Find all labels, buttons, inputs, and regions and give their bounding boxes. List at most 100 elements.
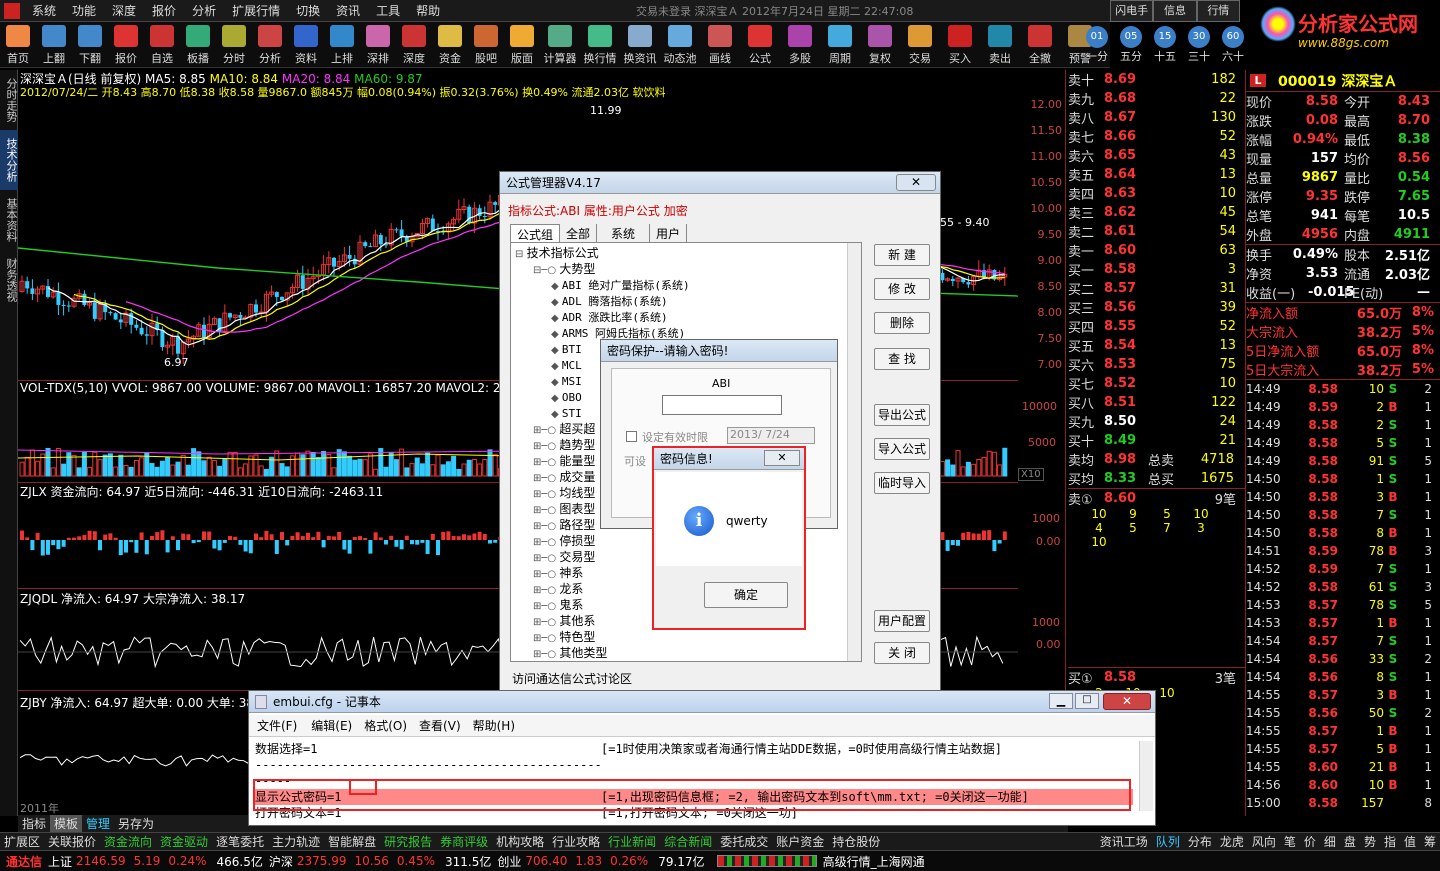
toolbar-24-button[interactable]: 交易	[900, 22, 940, 68]
password-input[interactable]	[662, 395, 782, 415]
tab-save-as[interactable]: 另存为	[114, 815, 158, 832]
bid-row-1[interactable]: 买二 8.57 31	[1068, 279, 1245, 298]
tab-financials[interactable]: 财务透视	[0, 250, 18, 310]
menu-tools[interactable]: 工具	[368, 2, 408, 19]
bid-row-9[interactable]: 买十 8.49 21	[1068, 431, 1245, 450]
bid-row-8[interactable]: 买九 8.50 24	[1068, 412, 1245, 431]
maximize-icon[interactable]: □	[1075, 693, 1099, 709]
func-tab-3[interactable]: 资金驱动	[156, 833, 212, 850]
formula-btn-4[interactable]: 导出公式	[874, 404, 930, 426]
toolbar-2-button[interactable]: 下翻	[72, 22, 108, 68]
period-30-button[interactable]: 30 三十	[1182, 24, 1216, 68]
func-tab-7[interactable]: 研究报告	[380, 833, 436, 850]
menu-quote[interactable]: 报价	[144, 2, 184, 19]
toolbar-23-button[interactable]: 复权	[860, 22, 900, 68]
notepad-close-icon[interactable]: ✕	[1103, 693, 1151, 710]
tab-manage[interactable]: 管理	[82, 815, 114, 832]
ask-row-6[interactable]: 卖四 8.63 10	[1068, 184, 1245, 203]
bid-row-4[interactable]: 买五 8.54 13	[1068, 336, 1245, 355]
toolbar-20-button[interactable]: 公式	[740, 22, 780, 68]
func-right-3[interactable]: 龙虎	[1216, 833, 1248, 850]
toolbar-26-button[interactable]: 卖出	[980, 22, 1020, 68]
func-tab-4[interactable]: 逐笔委托	[212, 833, 268, 850]
toolbar-19-button[interactable]: 画线	[700, 22, 740, 68]
func-tab-9[interactable]: 机构攻略	[492, 833, 548, 850]
np-menu-edit[interactable]: 编辑(E)	[305, 717, 358, 734]
toolbar-11-button[interactable]: 深度	[396, 22, 432, 68]
func-right-8[interactable]: 盘	[1340, 833, 1360, 850]
period-01-button[interactable]: 01 一分	[1080, 24, 1114, 68]
toolbar-13-button[interactable]: 股吧	[468, 22, 504, 68]
ask-row-9[interactable]: 卖一 8.60 63	[1068, 241, 1245, 260]
tree-scrollbar[interactable]	[847, 243, 861, 661]
ask-row-5[interactable]: 卖五 8.64 13	[1068, 165, 1245, 184]
tab-indicator[interactable]: 指标	[18, 815, 50, 832]
bid-row-0[interactable]: 买一 8.58 3	[1068, 260, 1245, 279]
func-right-6[interactable]: 价	[1300, 833, 1320, 850]
func-right-0[interactable]: 资讯工场	[1096, 833, 1152, 850]
func-right-2[interactable]: 分布	[1184, 833, 1216, 850]
func-tab-10[interactable]: 行业攻略	[548, 833, 604, 850]
menu-news[interactable]: 资讯	[328, 2, 368, 19]
tree-node[interactable]: ⊟ 技术指标公式	[515, 245, 861, 261]
formula-btn-7[interactable]: 用户配置	[874, 610, 930, 632]
tab-system[interactable]: 系统	[597, 224, 651, 244]
ask-row-4[interactable]: 卖六 8.65 43	[1068, 146, 1245, 165]
func-right-9[interactable]: 势	[1360, 833, 1380, 850]
tab-user[interactable]: 用户	[650, 224, 688, 244]
func-tab-5[interactable]: 主力轨迹	[268, 833, 324, 850]
toolbar-15-button[interactable]: 计算器	[540, 22, 580, 68]
toolbar-7-button[interactable]: 分析	[252, 22, 288, 68]
bid-row-2[interactable]: 买三 8.56 39	[1068, 298, 1245, 317]
formula-manager-close-icon[interactable]: ✕	[896, 174, 936, 191]
toolbar-21-button[interactable]: 多股	[780, 22, 820, 68]
formula-btn-0[interactable]: 新 建	[874, 244, 930, 266]
formula-btn-3[interactable]: 查 找	[874, 348, 930, 370]
period-15-button[interactable]: 15 十五	[1148, 24, 1182, 68]
menu-depth[interactable]: 深度	[104, 2, 144, 19]
ask-row-2[interactable]: 卖八 8.67 130	[1068, 108, 1245, 127]
toolbar-16-button[interactable]: 换行情	[580, 22, 620, 68]
func-tab-6[interactable]: 智能解盘	[324, 833, 380, 850]
func-tab-12[interactable]: 综合新闻	[660, 833, 716, 850]
menu-help[interactable]: 帮助	[408, 2, 448, 19]
period-60-button[interactable]: 60 六十	[1216, 24, 1250, 68]
flash-hand-button[interactable]: 闪电手	[1110, 0, 1154, 22]
tab-minute-trend[interactable]: 分时走势	[0, 70, 18, 130]
formula-btn-1[interactable]: 修 改	[874, 278, 930, 300]
np-menu-view[interactable]: 查看(V)	[413, 717, 467, 734]
toolbar-8-button[interactable]: 资料	[288, 22, 324, 68]
toolbar-9-button[interactable]: 上排	[324, 22, 360, 68]
menu-function[interactable]: 功能	[64, 2, 104, 19]
toolbar-25-button[interactable]: 买入	[940, 22, 980, 68]
toolbar-0-button[interactable]: 首页	[0, 22, 36, 68]
ask-row-3[interactable]: 卖七 8.66 52	[1068, 127, 1245, 146]
tree-node[interactable]: ⊞─○ 特色型	[515, 629, 861, 645]
tree-node[interactable]: ◆ ADR 涨跌比率(系统)	[515, 309, 861, 325]
ask-row-8[interactable]: 卖二 8.61 54	[1068, 222, 1245, 241]
toolbar-17-button[interactable]: 换资讯	[620, 22, 660, 68]
toolbar-5-button[interactable]: 板播	[180, 22, 216, 68]
menu-switch[interactable]: 切换	[288, 2, 328, 19]
quote-button[interactable]: 行情	[1196, 0, 1240, 22]
func-right-12[interactable]: 筹	[1420, 833, 1440, 850]
formula-btn-8[interactable]: 关 闭	[874, 642, 930, 664]
ok-button[interactable]: 确定	[704, 582, 788, 608]
func-tab-13[interactable]: 委托成交	[716, 833, 772, 850]
tree-node[interactable]: ◆ ABI 绝对广量指标(系统)	[515, 277, 861, 293]
toolbar-10-button[interactable]: 深排	[360, 22, 396, 68]
func-tab-11[interactable]: 行业新闻	[604, 833, 660, 850]
bid-row-6[interactable]: 买七 8.52 10	[1068, 374, 1245, 393]
tab-all[interactable]: 全部	[560, 224, 598, 244]
tab-technical-analysis[interactable]: 技术分析	[0, 130, 18, 190]
formula-btn-6[interactable]: 临时导入	[874, 472, 930, 494]
func-right-11[interactable]: 值	[1400, 833, 1420, 850]
np-menu-file[interactable]: 文件(F)	[249, 717, 305, 734]
minimize-icon[interactable]: ▁	[1049, 693, 1073, 709]
buy1-row[interactable]: 买① 8.58 3笔	[1068, 667, 1245, 687]
np-menu-format[interactable]: 格式(O)	[358, 717, 413, 734]
ask-row-0[interactable]: 卖十 8.69 182	[1068, 70, 1245, 89]
message-close-icon[interactable]: ✕	[764, 450, 800, 466]
func-tab-0[interactable]: 扩展区	[0, 833, 44, 850]
period-05-button[interactable]: 05 五分	[1114, 24, 1148, 68]
